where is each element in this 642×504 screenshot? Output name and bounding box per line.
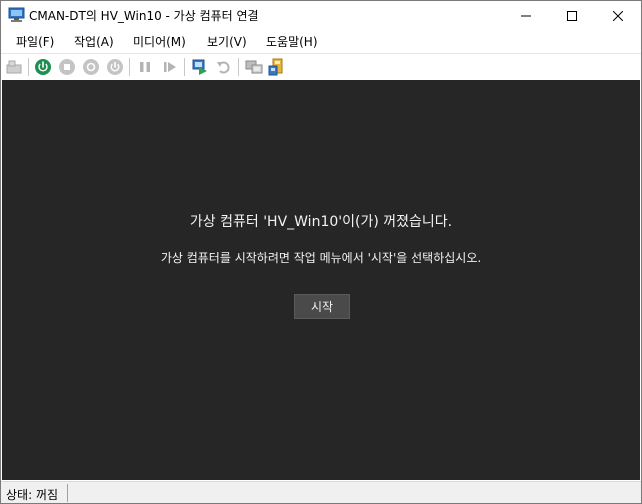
toolbar-separator — [28, 58, 29, 76]
start-button[interactable]: 시작 — [294, 294, 350, 319]
window-title: CMAN-DT의 HV_Win10 - 가상 컴퓨터 연결 — [29, 9, 259, 23]
shutdown-icon[interactable] — [82, 58, 100, 76]
start-icon[interactable] — [34, 58, 52, 76]
menu-view[interactable]: 보기(V) — [207, 33, 247, 50]
share-icon[interactable] — [268, 58, 286, 76]
toolbar-separator — [238, 58, 239, 76]
power-icon[interactable] — [106, 58, 124, 76]
vm-off-message: 가상 컴퓨터 'HV_Win10'이(가) 꺼졌습니다. — [189, 214, 453, 230]
turn-off-icon[interactable] — [58, 58, 76, 76]
toolbar-separator — [129, 58, 130, 76]
menu-media[interactable]: 미디어(M) — [133, 33, 186, 50]
title-bar[interactable]: CMAN-DT의 HV_Win10 - 가상 컴퓨터 연결 — [1, 1, 641, 30]
menu-action[interactable]: 작업(A) — [74, 33, 114, 50]
ctrl-alt-del-icon[interactable] — [5, 58, 23, 76]
menu-help[interactable]: 도움말(H) — [266, 33, 318, 50]
vm-display[interactable]: 가상 컴퓨터 'HV_Win10'이(가) 꺼졌습니다. 가상 컴퓨터를 시작하… — [2, 80, 640, 480]
pause-icon[interactable] — [136, 58, 154, 76]
toolbar-separator — [184, 58, 185, 76]
menu-bar: 파일(F) 작업(A) 미디어(M) 보기(V) 도움말(H) — [1, 30, 641, 52]
enhanced-session-icon[interactable] — [245, 58, 263, 76]
close-button[interactable] — [595, 1, 641, 30]
status-separator — [67, 484, 68, 502]
checkpoint-icon[interactable] — [191, 58, 209, 76]
toolbar — [1, 53, 641, 79]
vm-start-instruction: 가상 컴퓨터를 시작하려면 작업 메뉴에서 '시작'을 선택하십시오. — [160, 251, 482, 265]
maximize-icon — [567, 10, 577, 21]
menu-file[interactable]: 파일(F) — [16, 33, 54, 50]
status-text: 상태: 꺼짐 — [6, 488, 59, 502]
minimize-button[interactable] — [503, 1, 549, 30]
vm-connection-window: CMAN-DT의 HV_Win10 - 가상 컴퓨터 연결 파일(F) 작업(A… — [0, 0, 642, 504]
close-icon — [613, 10, 623, 21]
revert-icon[interactable] — [215, 58, 233, 76]
resume-icon[interactable] — [161, 58, 179, 76]
minimize-icon — [521, 15, 531, 16]
status-bar: 상태: 꺼짐 — [1, 481, 641, 503]
vm-connection-icon — [8, 7, 25, 22]
maximize-button[interactable] — [549, 1, 595, 30]
